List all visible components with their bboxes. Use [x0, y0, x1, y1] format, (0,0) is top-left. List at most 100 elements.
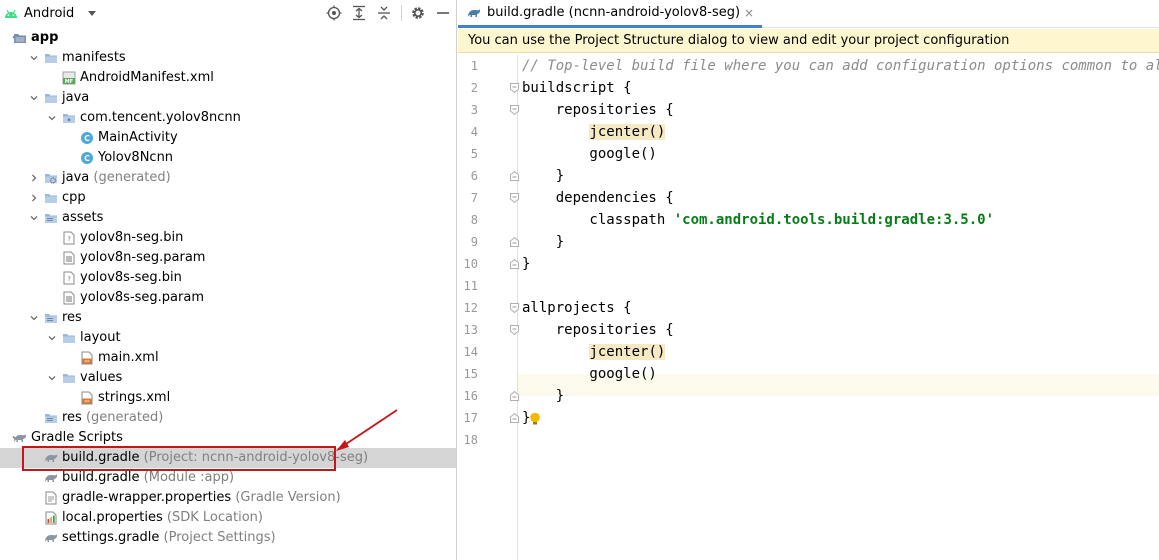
- chevron-down-icon: [88, 11, 97, 16]
- tree-item-name: Yolov8Ncnn: [98, 150, 174, 165]
- line-number: 18: [463, 433, 478, 447]
- tree-item[interactable]: build.gradle (Project: ncnn-android-yolo…: [0, 448, 456, 468]
- tree-item[interactable]: com.tencent.yolov8ncnn: [0, 108, 456, 128]
- code-token: buildscript {: [522, 80, 632, 96]
- code-line: dependencies {: [522, 187, 674, 209]
- tree-item-label: app: [31, 30, 58, 46]
- tree-item[interactable]: yolov8n-seg.param: [0, 248, 456, 268]
- tree-item[interactable]: ? yolov8n-seg.bin: [0, 228, 456, 248]
- tree-item-label: java: [62, 90, 89, 106]
- chevron-down-icon[interactable]: [30, 214, 38, 222]
- chevron-right-icon[interactable]: [30, 174, 38, 182]
- banner-text: You can use the Project Structure dialog…: [468, 33, 1010, 48]
- tree-item[interactable]: C MainActivity: [0, 128, 456, 148]
- hide-panel-button[interactable]: [434, 4, 452, 22]
- tree-item[interactable]: <> main.xml: [0, 348, 456, 368]
- tree-item[interactable]: MF AndroidManifest.xml: [0, 68, 456, 88]
- fold-close-icon[interactable]: [510, 259, 519, 269]
- tree-item-name: MainActivity: [98, 130, 178, 145]
- fold-open-icon[interactable]: [510, 83, 519, 93]
- generated-folder-icon: [44, 171, 58, 185]
- folder-icon: [44, 51, 58, 65]
- tree-item[interactable]: res (generated): [0, 408, 456, 428]
- tree-item-name: yolov8n-seg.bin: [80, 230, 184, 245]
- tree-item[interactable]: cpp: [0, 188, 456, 208]
- chevron-right-icon[interactable]: [30, 194, 38, 202]
- fold-close-icon[interactable]: [510, 171, 519, 181]
- svg-text:?: ?: [67, 236, 71, 243]
- code-text-area[interactable]: // Top-level build file where you can ad…: [520, 55, 1159, 560]
- fold-close-icon[interactable]: [510, 413, 519, 423]
- tree-item[interactable]: local.properties (SDK Location): [0, 508, 456, 528]
- chevron-down-icon[interactable]: [30, 94, 38, 102]
- code-line: // Top-level build file where you can ad…: [522, 55, 1159, 77]
- tree-item[interactable]: layout: [0, 328, 456, 348]
- tree-item[interactable]: manifests: [0, 48, 456, 68]
- fold-open-icon[interactable]: [510, 193, 519, 203]
- project-view-dropdown[interactable]: Android: [0, 0, 97, 27]
- tree-item[interactable]: assets: [0, 208, 456, 228]
- code-token: repositories {: [522, 102, 674, 118]
- tree-item[interactable]: ? yolov8s-seg.bin: [0, 268, 456, 288]
- tree-item-hint: (Gradle Version): [235, 490, 341, 505]
- chevron-down-icon[interactable]: [48, 114, 56, 122]
- tree-item[interactable]: app: [0, 28, 456, 48]
- line-number: 17: [463, 411, 478, 425]
- tree-item[interactable]: C Yolov8Ncnn: [0, 148, 456, 168]
- tree-item-name: values: [80, 370, 123, 385]
- tree-item-label: AndroidManifest.xml: [80, 70, 214, 86]
- tree-item-label: java (generated): [62, 170, 171, 186]
- chevron-down-icon[interactable]: [30, 314, 38, 322]
- chevron-down-icon[interactable]: [48, 334, 56, 342]
- code-line: repositories {: [522, 99, 674, 121]
- tree-item-name: Gradle Scripts: [31, 430, 123, 445]
- manifest-file-icon: MF: [62, 71, 76, 85]
- class-icon: C: [80, 131, 94, 145]
- tab-build-gradle[interactable]: build.gradle (ncnn-android-yolov8-seg) ×: [458, 0, 763, 28]
- fold-close-icon[interactable]: [510, 237, 519, 247]
- folder-icon: [44, 191, 58, 205]
- fold-close-icon[interactable]: [510, 391, 519, 401]
- chevron-down-icon[interactable]: [48, 374, 56, 382]
- svg-text:MF: MF: [65, 79, 73, 85]
- tree-item-name: strings.xml: [98, 390, 171, 405]
- tree-item-name: cpp: [62, 190, 86, 205]
- project-structure-banner[interactable]: You can use the Project Structure dialog…: [458, 29, 1159, 53]
- code-token: dependencies {: [522, 190, 674, 206]
- code-line: buildscript {: [522, 77, 632, 99]
- tree-item-name: yolov8s-seg.bin: [80, 270, 182, 285]
- collapse-all-button[interactable]: [375, 4, 393, 22]
- fold-open-icon[interactable]: [510, 325, 519, 335]
- tree-item-label: MainActivity: [98, 130, 178, 146]
- chevron-down-icon[interactable]: [30, 54, 38, 62]
- tree-item[interactable]: yolov8s-seg.param: [0, 288, 456, 308]
- tree-item[interactable]: Gradle Scripts: [0, 428, 456, 448]
- expand-all-button[interactable]: [350, 4, 368, 22]
- tree-item[interactable]: java (generated): [0, 168, 456, 188]
- editor-area: build.gradle (ncnn-android-yolov8-seg) ×…: [458, 0, 1159, 560]
- line-number: 6: [470, 169, 478, 183]
- gradle-icon: [468, 8, 481, 17]
- close-icon[interactable]: ×: [744, 6, 754, 20]
- binary-file-icon: ?: [62, 231, 76, 245]
- tree-item[interactable]: build.gradle (Module :app): [0, 468, 456, 488]
- svg-text:C: C: [84, 154, 90, 163]
- settings-button[interactable]: [409, 4, 427, 22]
- tree-item[interactable]: <> strings.xml: [0, 388, 456, 408]
- tree-item[interactable]: java: [0, 88, 456, 108]
- properties-chart-icon: [44, 511, 58, 525]
- project-panel-header: Android: [0, 0, 456, 27]
- fold-open-icon[interactable]: [510, 105, 519, 115]
- gradle-icon: [44, 531, 58, 545]
- line-number: 8: [470, 213, 478, 227]
- tree-item[interactable]: res: [0, 308, 456, 328]
- fold-open-icon[interactable]: [510, 303, 519, 313]
- lightbulb-icon[interactable]: [529, 412, 541, 426]
- tree-item[interactable]: values: [0, 368, 456, 388]
- locate-file-button[interactable]: [325, 4, 343, 22]
- tree-item[interactable]: gradle-wrapper.properties (Gradle Versio…: [0, 488, 456, 508]
- tree-item[interactable]: settings.gradle (Project Settings): [0, 528, 456, 548]
- code-token: }: [522, 388, 565, 404]
- tree-item-name: local.properties: [62, 510, 163, 525]
